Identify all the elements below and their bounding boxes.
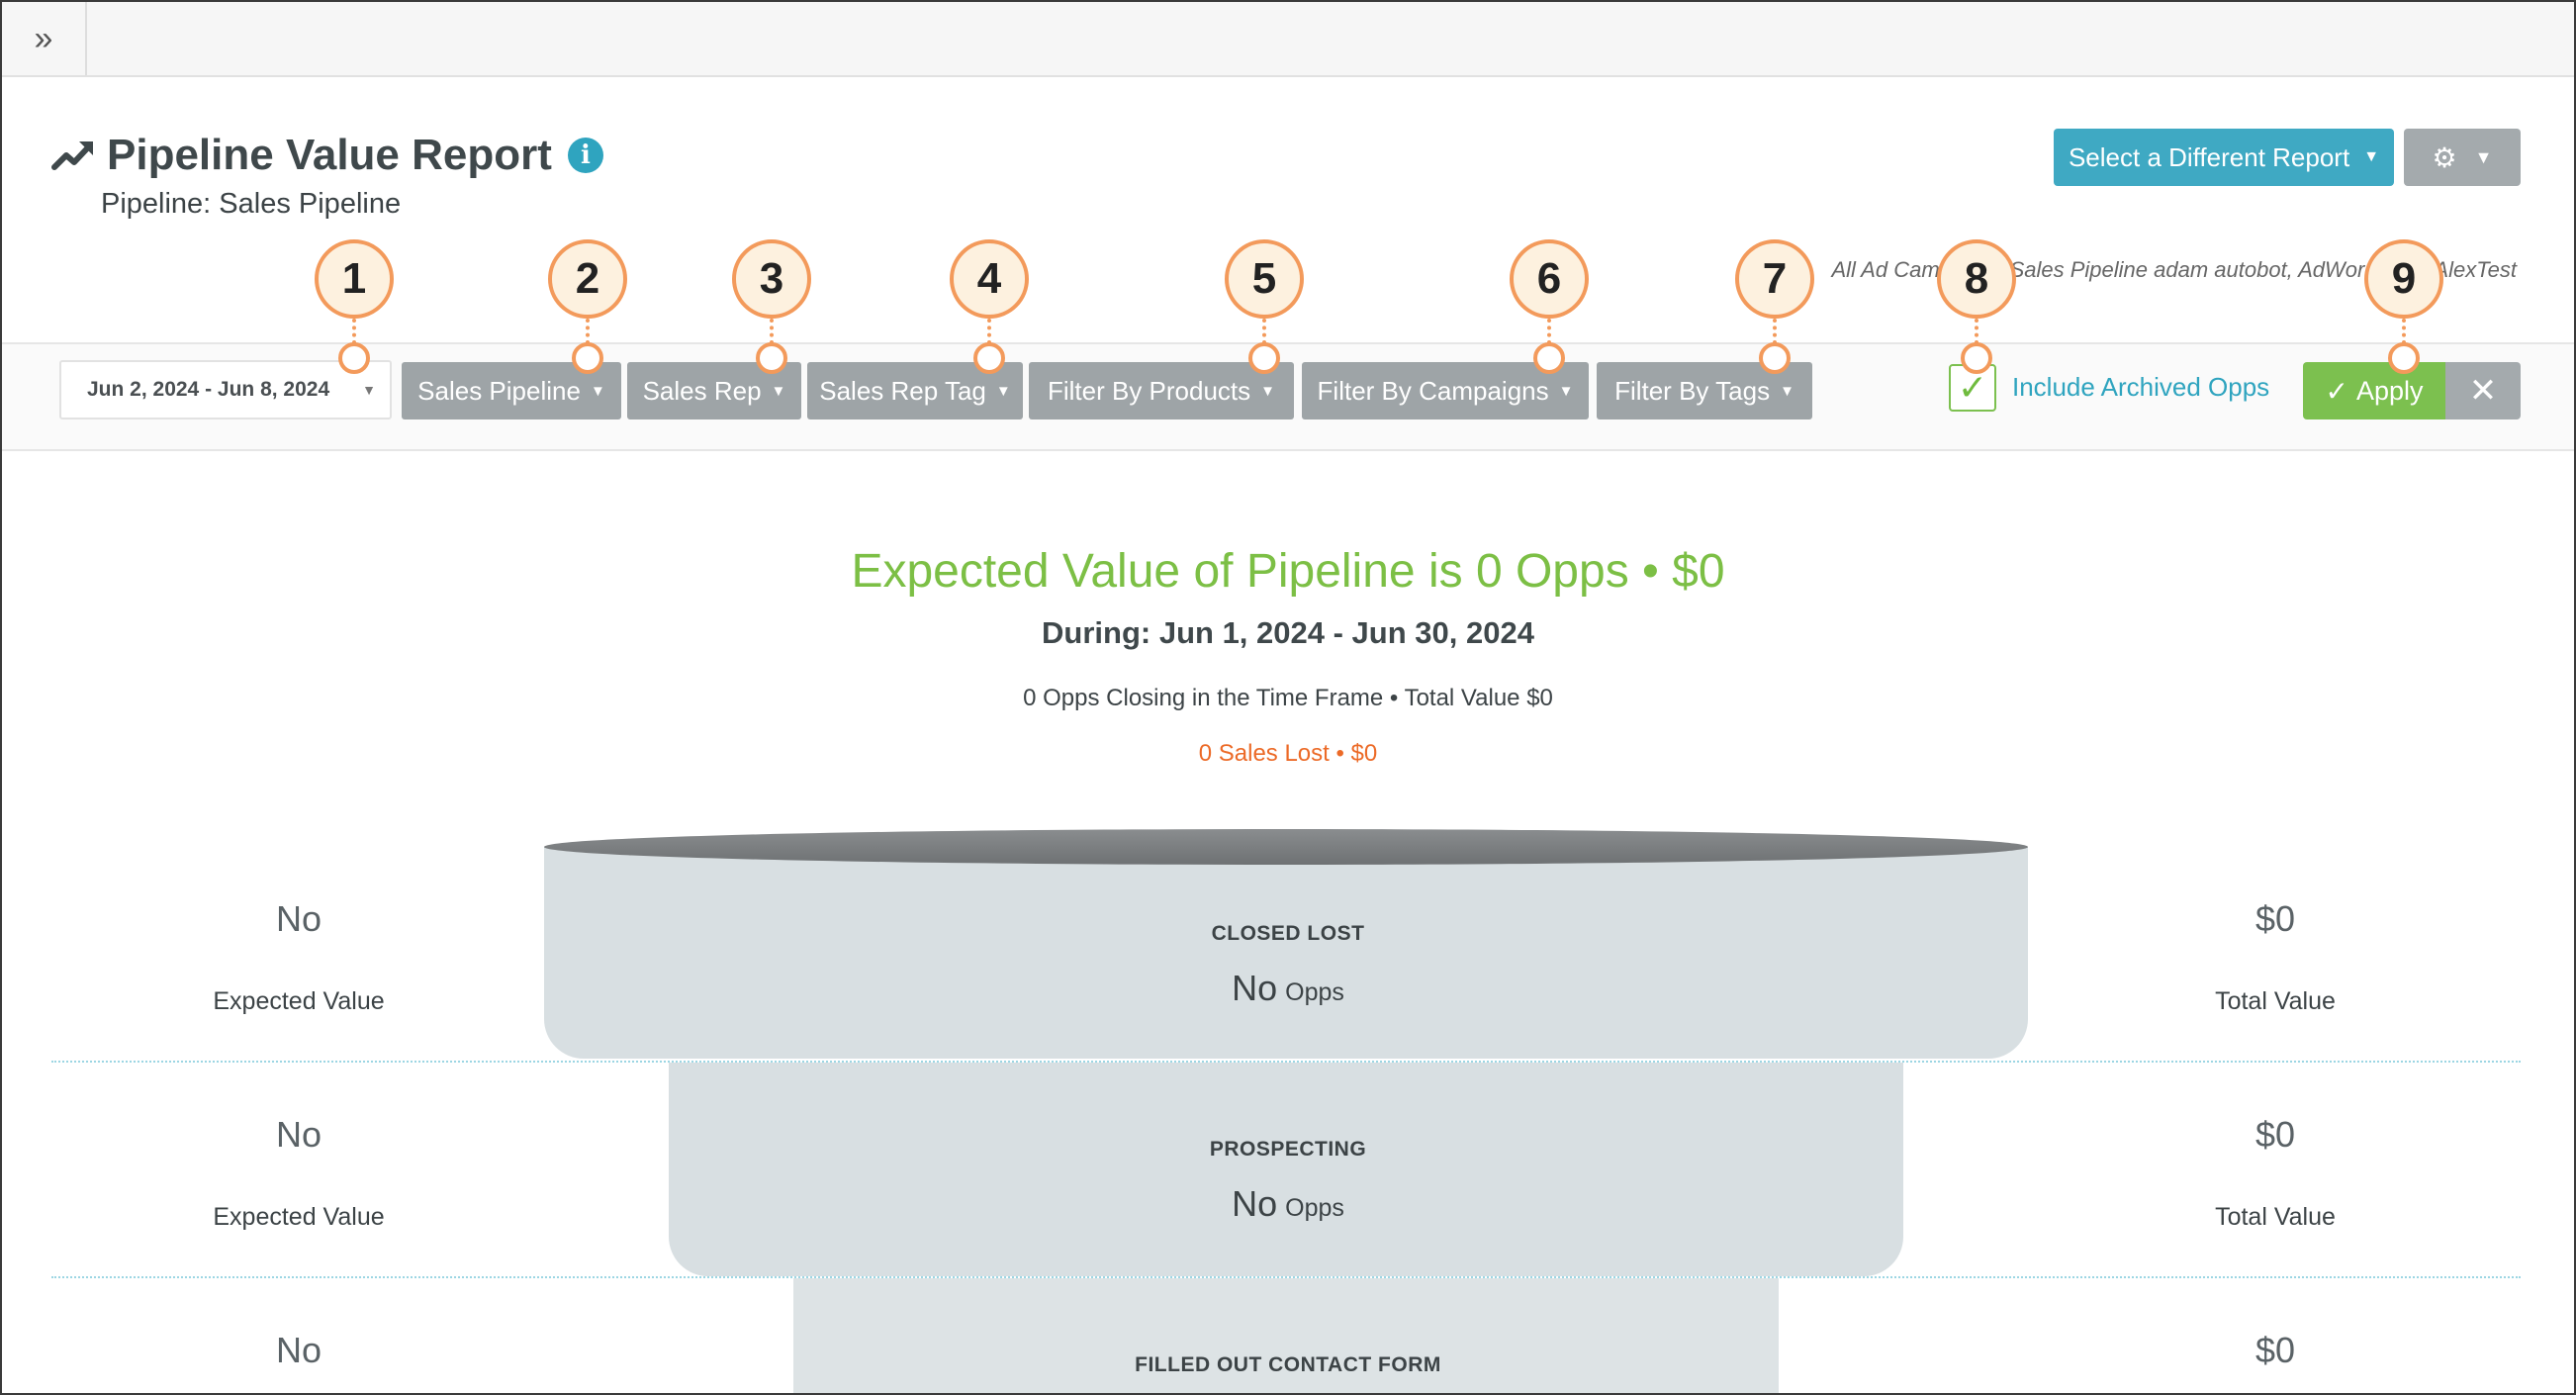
stage-count-unit: Opps [1285, 1194, 1344, 1222]
total-value: $0 [2254, 1114, 2296, 1155]
checkmark-icon: ✓ [2325, 375, 2348, 407]
callout-connector [352, 319, 356, 344]
caret-down-icon: ▼ [362, 382, 376, 398]
caret-down-icon: ▼ [2363, 148, 2380, 165]
total-value: $0 [2254, 898, 2296, 939]
caret-down-icon: ▼ [771, 382, 786, 400]
callout-badge: 6 [1510, 239, 1589, 319]
include-archived-label[interactable]: Include Archived Opps [2012, 372, 2269, 403]
info-icon[interactable]: i [567, 138, 603, 173]
caret-down-icon: ▼ [590, 382, 605, 400]
apply-button[interactable]: ✓ Apply [2303, 362, 2445, 419]
expected-value-headline: Expected Value of Pipeline is 0 Opps • $… [851, 545, 1725, 598]
funnel-segment [544, 847, 2028, 1059]
filter-button-label: Filter By Tags [1614, 375, 1771, 406]
close-icon: ✕ [2468, 372, 2498, 410]
caret-down-icon: ▼ [2474, 146, 2493, 167]
closing-summary: 0 Opps Closing in the Time Frame • Total… [1023, 685, 1553, 711]
total-value-label: Total Value [2215, 987, 2336, 1015]
stage-count-unit: Opps [1285, 978, 1344, 1006]
trending-up-icon [51, 141, 93, 170]
callout-badge: 9 [2364, 239, 2443, 319]
callout-marker [572, 342, 603, 374]
callout-connector [586, 319, 590, 344]
filter-button-label: Filter By Campaigns [1317, 375, 1549, 406]
pipeline-subtitle: Pipeline: Sales Pipeline [101, 188, 402, 220]
funnel-rim [544, 829, 2028, 865]
callout-connector [1262, 319, 1266, 344]
top-bar: » [2, 2, 2574, 77]
double-chevron-right-icon[interactable]: » [2, 2, 87, 75]
callout-connector [2402, 319, 2406, 344]
total-value-label: Total Value [2215, 1203, 2336, 1231]
report-page: » Pipeline Value Report i Pipeline: Sale… [0, 0, 2576, 1395]
callout-badge: 1 [315, 239, 394, 319]
callout-marker [973, 342, 1005, 374]
callout-marker [1759, 342, 1791, 374]
stage-count-value: No [1232, 1183, 1278, 1224]
callout-badge: 2 [548, 239, 627, 319]
select-report-button[interactable]: Select a Different Report ▼ [2054, 129, 2394, 186]
filter-button-label: Sales Rep [642, 375, 762, 406]
page-title: Pipeline Value Report [107, 131, 552, 179]
callout-connector [1773, 319, 1777, 344]
sales-lost-summary: 0 Sales Lost • $0 [1198, 740, 1378, 767]
date-range-heading: During: Jun 1, 2024 - Jun 30, 2024 [1042, 615, 1534, 650]
date-range-value: Jun 2, 2024 - Jun 8, 2024 [87, 378, 330, 401]
callout-marker [1961, 342, 1992, 374]
callout-marker [1248, 342, 1280, 374]
callout-badge: 4 [950, 239, 1029, 319]
callout-badge: 7 [1735, 239, 1814, 319]
callout-connector [770, 319, 774, 344]
callout-marker [2388, 342, 2420, 374]
callout-marker [756, 342, 787, 374]
callout-badge: 8 [1937, 239, 2016, 319]
funnel-segment [793, 1278, 1779, 1393]
caret-down-icon: ▼ [1780, 382, 1794, 400]
callout-connector [1975, 319, 1978, 344]
settings-dropdown-button[interactable]: ⚙ ▼ [2404, 129, 2521, 186]
filter-button-label: Sales Rep Tag [819, 375, 986, 406]
callout-marker [1533, 342, 1565, 374]
callout-connector [1547, 319, 1551, 344]
callout-marker [338, 342, 370, 374]
clear-filters-button[interactable]: ✕ [2445, 362, 2521, 419]
caret-down-icon: ▼ [1260, 382, 1276, 400]
total-value: $0 [2254, 1330, 2296, 1370]
callout-badge: 3 [732, 239, 811, 319]
callout-badge: 5 [1225, 239, 1304, 319]
apply-label: Apply [2355, 375, 2424, 406]
callout-connector [987, 319, 991, 344]
gear-icon: ⚙ [2432, 141, 2457, 173]
caret-down-icon: ▼ [995, 382, 1011, 400]
filter-button-label: Sales Pipeline [417, 375, 581, 406]
stage-count-value: No [1232, 968, 1278, 1008]
title-row: Pipeline Value Report i [51, 131, 603, 180]
caret-down-icon: ▼ [1558, 382, 1574, 400]
funnel-segment [669, 1063, 1903, 1276]
select-report-label: Select a Different Report [2068, 141, 2350, 172]
filter-button-label: Filter By Products [1047, 375, 1251, 406]
